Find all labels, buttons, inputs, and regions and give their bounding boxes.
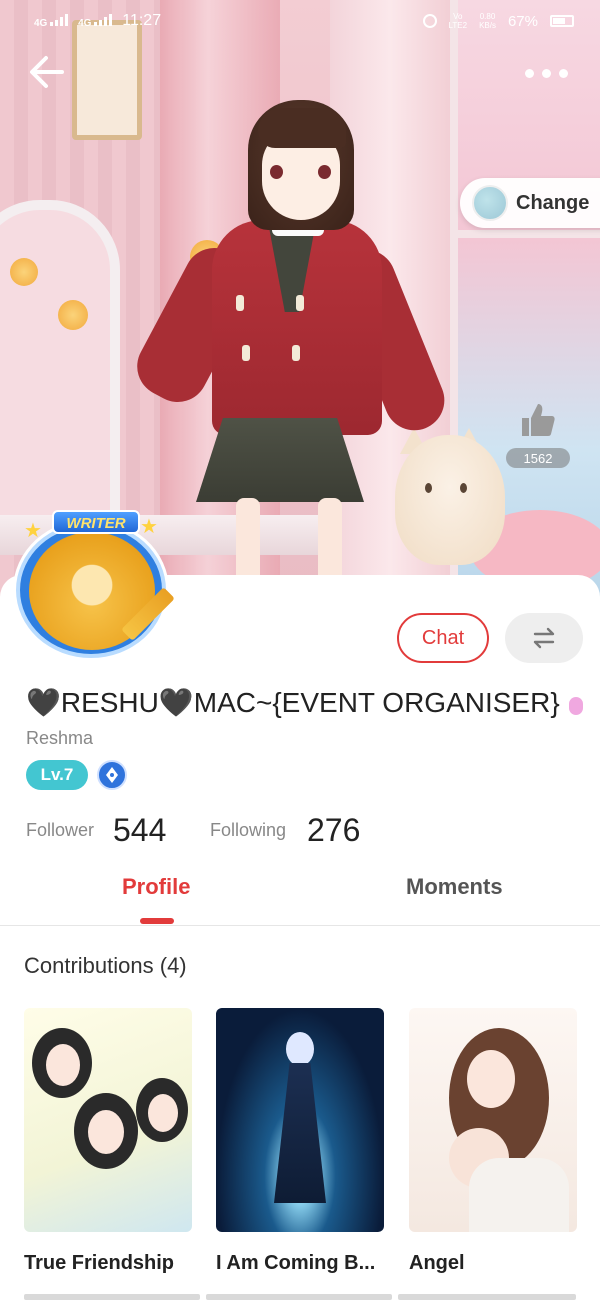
- contribution-cover[interactable]: [216, 1008, 384, 1232]
- avatar-bangs: [258, 108, 346, 148]
- cover-art: [469, 1158, 569, 1232]
- thumbs-up-icon: [522, 404, 555, 436]
- pen-nib-icon: [106, 767, 118, 783]
- cover-art: [286, 1032, 314, 1066]
- tab-profile[interactable]: Profile: [122, 874, 190, 900]
- swap-arrows-icon: [533, 627, 555, 649]
- contribution-title[interactable]: I Am Coming B...: [216, 1252, 386, 1275]
- network-indicator-1: 4G: [34, 13, 69, 29]
- cover-art: [274, 1063, 326, 1203]
- change-outfit-button[interactable]: Change: [460, 178, 600, 228]
- cat-eye: [425, 483, 432, 493]
- cat-eye: [460, 483, 467, 493]
- contribution-title[interactable]: True Friendship: [24, 1252, 194, 1275]
- cover-art: [467, 1050, 515, 1108]
- contribution-cover[interactable]: [24, 1008, 192, 1232]
- level-badge[interactable]: Lv.7: [26, 760, 88, 790]
- volte-label: LTE2: [448, 21, 468, 30]
- username: 🖤RESHU🖤MAC~{EVENT ORGANISER}: [26, 687, 560, 718]
- network-type: 4G: [78, 17, 92, 29]
- status-bar: 4G 4G 11:27 Vo LTE2 0.80 KB/s 67%: [0, 0, 600, 44]
- network-speed: 0.80 KB/s: [479, 12, 496, 30]
- coat-toggle: [296, 295, 304, 311]
- name-decoration-icon: [569, 697, 583, 715]
- creator-badge-icon[interactable]: [97, 760, 127, 790]
- real-name: Reshma: [26, 728, 94, 748]
- back-button[interactable]: [28, 52, 72, 96]
- contribution-title[interactable]: Angel: [409, 1252, 579, 1275]
- follower-label[interactable]: Follower: [26, 820, 94, 841]
- list-row-edge: [398, 1294, 576, 1300]
- battery-icon: [550, 15, 574, 27]
- contributions-title: Contributions (4): [24, 953, 187, 978]
- cat-plush: [395, 435, 505, 565]
- avatar-eye: [270, 165, 283, 179]
- follower-count[interactable]: 544: [113, 812, 166, 849]
- like-count: 1562: [506, 448, 570, 468]
- speed-unit: KB/s: [479, 21, 496, 30]
- battery-percent: 67%: [507, 12, 538, 30]
- coat-toggle: [292, 345, 300, 361]
- following-label[interactable]: Following: [210, 820, 286, 841]
- chat-button[interactable]: Chat: [397, 613, 489, 663]
- network-type: 4G: [34, 17, 48, 29]
- arrow-left-icon: [30, 56, 64, 88]
- tab-divider: [0, 925, 600, 926]
- vanity-mirror: [0, 200, 120, 530]
- signal-bars-icon: [94, 13, 113, 26]
- window-bar: [450, 230, 600, 238]
- cover-art: [148, 1094, 178, 1132]
- more-dots-icon: [541, 68, 551, 78]
- clock: 11:27: [122, 12, 162, 29]
- more-options-button[interactable]: [516, 58, 576, 88]
- more-dots-icon: [558, 68, 568, 78]
- cover-art: [46, 1044, 80, 1086]
- cover-art: [88, 1110, 124, 1154]
- more-dots-icon: [524, 68, 534, 78]
- avatar-skirt: [196, 418, 364, 502]
- coat-toggle: [242, 345, 250, 361]
- flower-decoration: [10, 258, 38, 286]
- star-icon: ★: [24, 520, 42, 542]
- network-indicator-2: 4G: [78, 13, 113, 29]
- avatar-eye: [318, 165, 331, 179]
- alarm-icon: [422, 14, 437, 28]
- star-icon: ★: [140, 516, 158, 538]
- profile-avatar[interactable]: ★ ★ WRITER: [6, 510, 181, 665]
- writer-badge: WRITER: [52, 510, 140, 534]
- signal-bars-icon: [50, 13, 69, 26]
- speed-value: 0.80: [479, 12, 496, 21]
- like-button[interactable]: 1562: [506, 400, 570, 472]
- coat-toggle: [236, 295, 244, 311]
- volte-indicator: Vo LTE2: [449, 12, 468, 30]
- switch-button[interactable]: [505, 613, 583, 663]
- volte-label: Vo: [453, 12, 463, 21]
- outfit-thumbnail: [472, 185, 508, 221]
- change-label: Change: [516, 191, 590, 214]
- active-tab-indicator: [140, 918, 174, 924]
- list-row-edge: [24, 1294, 200, 1300]
- contribution-cover[interactable]: [409, 1008, 577, 1232]
- following-count[interactable]: 276: [307, 812, 360, 849]
- tab-moments[interactable]: Moments: [406, 874, 503, 900]
- list-row-edge: [206, 1294, 392, 1300]
- flower-decoration: [58, 300, 88, 330]
